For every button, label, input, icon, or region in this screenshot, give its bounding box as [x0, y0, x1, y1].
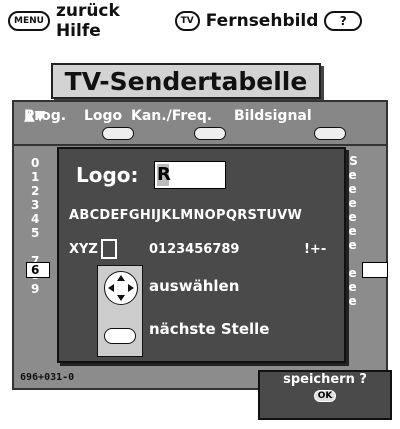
status-code: 696+031-0: [20, 372, 75, 383]
menu-button[interactable]: MENU: [8, 11, 50, 31]
select-hint: auswählen: [149, 277, 240, 295]
row-number[interactable]: 5: [31, 226, 39, 240]
selected-row-number[interactable]: 6: [31, 263, 39, 277]
logo-sort-button[interactable]: [102, 127, 134, 140]
dpad-icon: [104, 271, 138, 305]
logo-editor-dialog: Logo: R ABCDEFGHIJKLMNOPQRSTUVW XYZ 0123…: [57, 147, 346, 363]
table-header: Prog. Logo Kan./Freq. Bildsignal ▲▼: [14, 102, 386, 146]
freq-sort-button[interactable]: [194, 127, 226, 140]
row-number[interactable]: 0: [31, 156, 39, 170]
alphabet-row-2[interactable]: XYZ: [69, 242, 98, 257]
row-number[interactable]: 4: [31, 212, 39, 226]
logo-label: Logo:: [76, 163, 139, 187]
help-bar: MENU zurück Hilfe TV Fernsehbild ?: [8, 1, 392, 41]
ok-remote-icon: [104, 328, 136, 344]
sort-arrows-icon: ▲▼: [24, 108, 46, 124]
logo-cursor: R: [157, 164, 171, 186]
row-number[interactable]: 1: [31, 170, 39, 184]
back-help-label: zurück Hilfe: [55, 1, 120, 41]
ok-button[interactable]: OK: [313, 390, 337, 402]
next-position-hint: nächste Stelle: [149, 320, 270, 338]
row-number[interactable]: 9: [31, 282, 39, 296]
row-number[interactable]: 3: [31, 198, 39, 212]
row-number[interactable]: 2: [31, 184, 39, 198]
help-button[interactable]: ?: [324, 11, 362, 31]
col-signal-header[interactable]: Bildsignal: [234, 108, 312, 124]
col-freq-header[interactable]: Kan./Freq.: [131, 108, 212, 124]
remote-icon: [97, 265, 143, 357]
alphabet-row[interactable]: ABCDEFGHIJKLMNOPQRSTUVW: [69, 208, 302, 223]
space-char-icon[interactable]: [101, 239, 117, 259]
logo-input[interactable]: R: [154, 161, 226, 189]
tv-label: Fernsehbild: [205, 11, 319, 31]
save-prompt: speichern ? OK: [258, 370, 392, 420]
page-title: TV-Sendertabelle: [51, 63, 321, 99]
symbol-row[interactable]: !+-: [304, 242, 326, 257]
selected-row-highlight-right[interactable]: [362, 262, 388, 278]
col-logo-header[interactable]: Logo: [84, 108, 122, 124]
signal-sort-button[interactable]: [314, 127, 346, 140]
save-label: speichern ?: [283, 372, 367, 387]
tv-button[interactable]: TV: [174, 11, 200, 31]
digit-row[interactable]: 0123456789: [149, 242, 239, 257]
